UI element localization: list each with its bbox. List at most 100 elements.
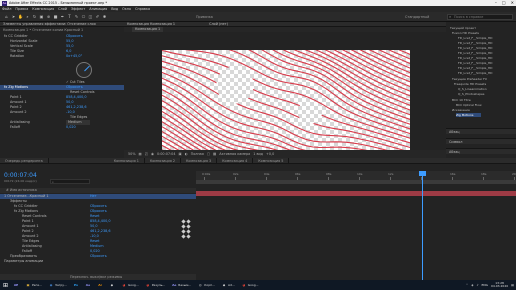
taskbar-app[interactable]: Ai [95,281,105,290]
tab-comp-3[interactable]: Композиция 3 [181,158,218,163]
brush-tool-icon[interactable]: ✎ [74,14,79,19]
tree-item[interactable]: FD_Lcet_F__Simple_HD [458,71,492,75]
taskbar-app[interactable]: AE [11,281,21,290]
tree-item[interactable]: FD_Lcet_F__Simple_HD [458,66,492,70]
text-tool-icon[interactable]: T [67,14,72,19]
taskbar-app[interactable]: ◎ Корп... [195,281,217,290]
transparency-icon[interactable]: ▩ [213,152,216,156]
taskbar-app[interactable]: ▣ Реги... [23,281,44,290]
effect-row[interactable]: Falloff 0,020 [0,125,124,130]
current-time[interactable]: 0:00:07:04 [157,152,176,156]
composition-canvas[interactable] [162,50,410,162]
tree-item[interactable]: Q_S_Lineanimation [458,87,487,91]
camera-tool-icon[interactable]: ▣ [39,14,44,19]
taskbar-app[interactable]: ◕ Goog... [239,281,261,290]
tab-layer[interactable]: Слой (нет) [209,22,228,26]
tree-item[interactable]: Fusion HD Presets [452,31,479,35]
tree-item[interactable]: Искажение [452,108,470,112]
playhead[interactable] [419,171,426,280]
panel-paragraph-2[interactable]: Абзац [446,148,516,154]
panel-character[interactable]: Символ [446,138,516,144]
menu-help[interactable]: Справка [135,7,150,11]
notifications-icon[interactable]: ▤ [511,283,514,287]
tab-comp-1[interactable]: Композиция 1 [109,158,145,163]
safe-zones-icon[interactable]: ◰ [145,152,148,156]
tray-chevron-icon[interactable]: ⌃ [466,283,469,287]
zig-center[interactable] [216,66,254,104]
grid-icon[interactable]: ▦ [139,152,142,156]
menu-composition[interactable]: Композиция [32,7,54,11]
zig-center[interactable] [297,99,323,125]
roto-tool-icon[interactable]: ✐ [95,14,100,19]
tree-item[interactable]: Q_S_Photoshapes [458,92,484,96]
work-area-bar[interactable] [196,180,516,184]
taskbar-app[interactable]: ◉ Загру... [46,281,69,290]
language-indicator[interactable]: ENG [482,283,488,287]
menu-effect[interactable]: Эффект [71,7,85,11]
camera-icon[interactable]: ▣ [178,152,181,156]
selection-tool-icon[interactable]: ➤ [11,14,16,19]
tab-comp-5[interactable]: Композиция 5 [253,158,290,163]
timeline-timecode[interactable]: 0:00:07:04 [4,172,37,179]
tree-item[interactable]: Freequide HD Presets [454,82,486,86]
help-search-input[interactable]: ⌕ Поиск в справке [447,14,513,20]
tab-composition-1[interactable]: Композиция 1 [132,27,164,32]
tree-item[interactable]: FD_Lcet_F__Simple_HD [458,41,492,45]
zoom-select[interactable]: 50% [128,152,136,156]
active-camera-select[interactable]: Активная камера [219,152,250,156]
views-select[interactable]: 1 вид [253,152,263,156]
tree-item[interactable]: Текущий проект [450,26,476,30]
shape-tool-icon[interactable]: ■ [53,14,58,19]
tree-item[interactable]: BCC 10 Titre [452,98,471,102]
channel-icon[interactable]: ◐ [185,152,188,156]
tab-comp-2[interactable]: Композиция 2 [145,158,181,163]
panel-paragraph[interactable]: Абзац [446,128,516,134]
eraser-tool-icon[interactable]: ◫ [88,14,93,19]
taskbar-app[interactable]: ◕ Goog... [119,281,141,290]
rotation-dial[interactable] [76,62,92,78]
taskbar-app[interactable]: ◕ Резуль... [143,281,168,290]
tab-render-queue[interactable]: Очередь рендеринга [0,158,49,163]
menu-layer[interactable]: Слой [58,7,67,11]
taskbar-app[interactable]: Ae Безым... [169,281,193,290]
pen-tool-icon[interactable]: ✒ [60,14,65,19]
tree-item[interactable]: FD_Lcet_F__Simple_HD [458,46,492,50]
menu-file[interactable]: Файл [2,7,11,11]
taskbar-app[interactable]: ◆ [107,281,117,290]
menu-view[interactable]: Вид [111,7,118,11]
snap-toggle[interactable]: Привязка [196,15,213,19]
rotate-tool-icon[interactable]: ↻ [32,14,37,19]
tree-item[interactable]: FD_Lcet_F__Simple_HD [458,36,492,40]
quality-select[interactable]: Полная [191,152,204,156]
taskbar-app[interactable]: Ps [71,281,81,290]
menu-animation[interactable]: Анимация [89,7,107,11]
tree-item[interactable]: BCC Optical Flow [456,103,482,107]
tab-comp-4[interactable]: Композиция 4 [217,158,254,163]
stamp-tool-icon[interactable]: ⎔ [81,14,86,19]
tree-item[interactable]: FD_Lcet_F__Simple_HD [458,61,492,65]
hand-tool-icon[interactable]: ✋ [18,14,23,19]
pan-behind-tool-icon[interactable]: ⊕ [46,14,51,19]
exposure-value[interactable]: +0,0 [266,152,274,156]
menu-edit[interactable]: Правка [15,7,28,11]
snapshot-icon[interactable]: ◉ [151,152,154,156]
volume-icon[interactable]: ♪ [477,283,479,287]
effect-row[interactable]: Rotation 0x+45,0° [0,54,124,59]
network-icon[interactable]: ◈ [471,283,473,287]
menu-window[interactable]: Окно [122,7,131,11]
taskbar-app[interactable]: ◆ Ad... [219,281,237,290]
tree-item-selected[interactable]: Zig Motions [456,113,482,117]
windows-start-icon[interactable]: ⊞ [2,282,9,289]
home-icon[interactable]: ⌂ [4,14,9,19]
timeline-row[interactable]: Параметры анимации [0,259,196,264]
effect-controls-header[interactable]: Элементы управления эффектами: Отсечение… [0,22,124,27]
workspace-selector[interactable]: Стандартный [405,15,429,19]
clock[interactable]: 13:28 04.03.2020 [491,281,508,289]
tree-item[interactable]: Текущие Preheader FX [452,77,487,81]
zoom-tool-icon[interactable]: ⌕ [25,14,30,19]
tree-item[interactable]: FD_Lcet_F__Simple_HD [458,56,492,60]
roi-icon[interactable]: ▢ [207,152,210,156]
taskbar-app[interactable]: Ae [83,281,93,290]
tree-item[interactable]: FD_Lcet_F__Simple_HD [458,51,492,55]
time-ruler[interactable]: 0:00s02s04s06s08s10s12s14s16s18s20s [196,171,516,180]
